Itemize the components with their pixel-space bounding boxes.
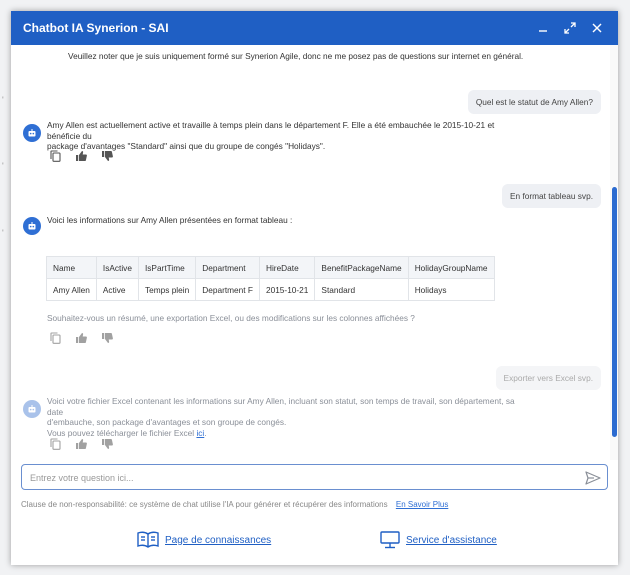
thumbs-down-icon <box>102 151 113 161</box>
knowledge-page-label: Page de connaissances <box>165 534 272 546</box>
copy-button[interactable] <box>48 149 62 163</box>
column-header: BenefitPackageName <box>314 256 409 279</box>
expand-icon <box>564 22 576 34</box>
table-cell: Department F <box>195 278 260 301</box>
message-actions <box>48 149 114 163</box>
knowledge-page-link[interactable]: Page de connaissances <box>137 531 271 549</box>
close-icon <box>592 23 602 33</box>
robot-icon <box>28 129 36 137</box>
window-title: Chatbot IA Synerion - SAI <box>23 21 169 35</box>
bot-message-line: Amy Allen est actuellement active et tra… <box>47 120 495 141</box>
column-header: Department <box>195 256 260 279</box>
user-message: Quel est le statut de Amy Allen? <box>467 90 601 114</box>
bot-avatar <box>23 217 41 235</box>
column-header: HolidayGroupName <box>407 256 495 279</box>
bot-avatar <box>23 124 41 142</box>
table-row: Amy Allen Active Temps plein Department … <box>46 278 495 301</box>
question-input[interactable] <box>30 470 570 485</box>
column-header: IsActive <box>95 256 139 279</box>
bot-message-followup: Souhaitez-vous un résumé, une exportatio… <box>47 313 415 323</box>
message-actions <box>48 437 114 451</box>
table-cell: Active <box>95 278 139 301</box>
employee-table: Name IsActive IsPartTime Department Hire… <box>46 256 495 301</box>
minimize-button[interactable] <box>532 17 554 39</box>
thumbs-up-button[interactable] <box>74 149 88 163</box>
table-cell: Holidays <box>407 278 495 301</box>
question-input-box <box>21 464 608 490</box>
table-cell: Standard <box>314 278 409 301</box>
thumbs-up-icon <box>76 333 87 343</box>
minimize-icon <box>539 30 547 32</box>
table-cell: Amy Allen <box>46 278 97 301</box>
table-cell: Temps plein <box>137 278 197 301</box>
bot-message: Amy Allen est actuellement active et tra… <box>47 120 527 152</box>
copy-button[interactable] <box>48 437 62 451</box>
bot-message: Voici votre fichier Excel contenant les … <box>47 396 527 438</box>
send-icon[interactable] <box>585 470 601 486</box>
scrollbar-thumb[interactable] <box>612 187 617 437</box>
column-header: IsPartTime <box>137 256 197 279</box>
learn-more-link[interactable]: En Savoir Plus <box>396 500 448 509</box>
table-header-row: Name IsActive IsPartTime Department Hire… <box>46 256 495 279</box>
thumbs-down-icon <box>102 333 113 343</box>
expand-button[interactable] <box>559 17 581 39</box>
thumbs-down-button[interactable] <box>100 331 114 345</box>
thumbs-up-icon <box>76 439 87 449</box>
copy-icon <box>49 150 61 162</box>
chat-area[interactable]: Veuillez noter que je suis uniquement fo… <box>11 45 618 460</box>
disclaimer: Clause de non-responsabilité: ce système… <box>21 500 448 509</box>
column-header: HireDate <box>258 256 316 279</box>
disclaimer-text: Clause de non-responsabilité: ce système… <box>21 500 388 509</box>
bot-message-intro: Voici les informations sur Amy Allen pré… <box>47 215 293 225</box>
copy-button[interactable] <box>48 331 62 345</box>
bot-message-line: d'embauche, son package d'avantages et s… <box>47 417 287 428</box>
thumbs-down-button[interactable] <box>100 149 114 163</box>
thumbs-down-icon <box>102 439 113 449</box>
user-message: Exporter vers Excel svp. <box>495 366 601 390</box>
thumbs-up-button[interactable] <box>74 437 88 451</box>
thumbs-down-button[interactable] <box>100 437 114 451</box>
close-button[interactable] <box>586 17 608 39</box>
column-header: Name <box>46 256 97 279</box>
copy-icon <box>49 438 61 450</box>
thumbs-up-icon <box>76 151 87 161</box>
table-cell: 2015-10-21 <box>258 278 316 301</box>
copy-icon <box>49 332 61 344</box>
message-actions <box>48 331 114 345</box>
training-note: Veuillez noter que je suis uniquement fo… <box>68 51 524 61</box>
bot-avatar <box>23 400 41 418</box>
support-service-label: Service d'assistance <box>406 534 497 546</box>
download-text-tail: . <box>204 427 207 438</box>
bot-message-line: Voici votre fichier Excel contenant les … <box>47 396 515 417</box>
bot-message-line: Vous pouvez télécharger le fichier Excel… <box>47 428 527 439</box>
book-icon <box>137 531 159 548</box>
monitor-icon <box>380 531 400 549</box>
title-bar: Chatbot IA Synerion - SAI <box>11 11 618 45</box>
robot-icon <box>28 222 36 230</box>
thumbs-up-button[interactable] <box>74 331 88 345</box>
bot-message-line: package d'avantages "Standard" ainsi que… <box>47 141 326 152</box>
user-message: En format tableau svp. <box>501 184 601 208</box>
chatbot-window: Chatbot IA Synerion - SAI Veuillez noter… <box>11 11 618 565</box>
support-service-link[interactable]: Service d'assistance <box>380 531 497 549</box>
robot-icon <box>28 405 36 413</box>
